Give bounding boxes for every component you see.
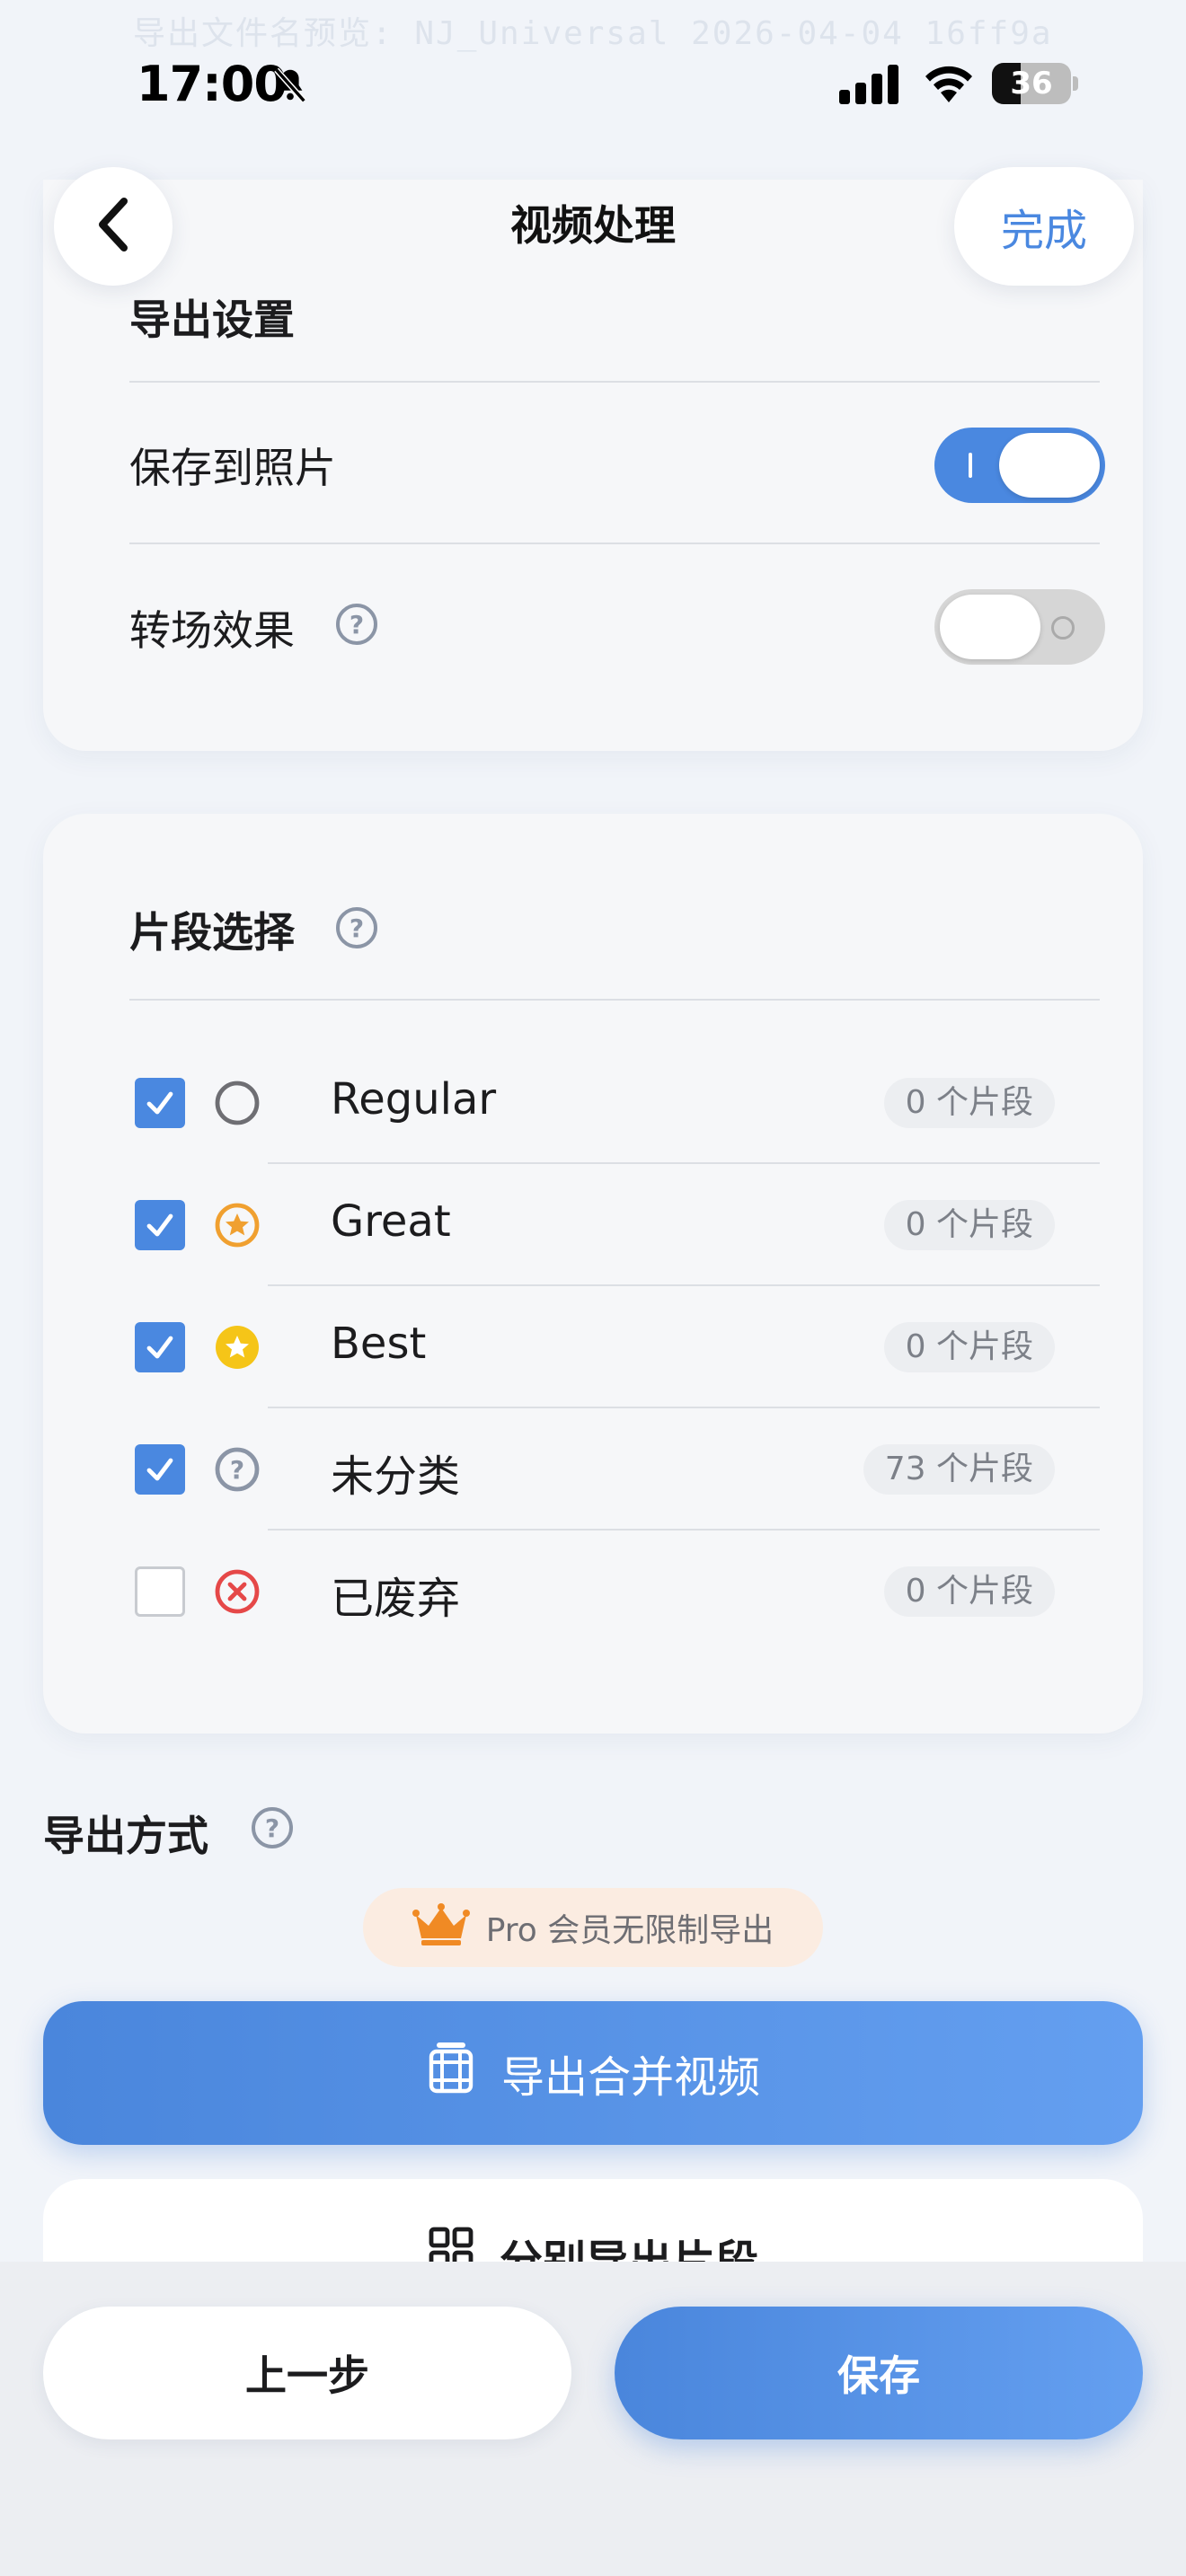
- question-circle-icon[interactable]: ?: [336, 604, 377, 645]
- count-badge: 0 个片段: [883, 1322, 1055, 1372]
- svg-text:?: ?: [230, 1455, 244, 1485]
- x-circle-icon: [214, 1568, 261, 1615]
- category-label: Regular: [331, 1074, 497, 1125]
- chevron-left-icon: [93, 196, 133, 257]
- divider: [129, 381, 1100, 383]
- question-circle-icon[interactable]: ?: [252, 1807, 293, 1848]
- question-circle-icon[interactable]: ?: [336, 907, 377, 948]
- empty-circle-icon: [214, 1080, 261, 1126]
- transition-toggle[interactable]: [934, 589, 1105, 665]
- cellular-signal-icon: [839, 65, 902, 108]
- pro-badge-label: Pro 会员无限制导出: [485, 1912, 774, 1949]
- status-time: 17:00: [137, 56, 288, 112]
- checkbox-discarded[interactable]: [135, 1566, 185, 1617]
- divider: [129, 543, 1100, 544]
- count-badge: 0 个片段: [883, 1566, 1055, 1617]
- question-circle-icon: ?: [214, 1446, 261, 1493]
- clip-selection-title: 片段选择: [129, 908, 295, 957]
- category-label: 未分类: [331, 1451, 461, 1502]
- divider: [268, 1529, 1100, 1531]
- count-badge: 0 个片段: [883, 1200, 1055, 1250]
- divider: [268, 1284, 1100, 1286]
- crown-icon: [412, 1902, 470, 1954]
- clip-selection-card: 片段选择 ? Regular 0 个片段 Great 0 个片段 Best 0 …: [43, 814, 1143, 1734]
- battery-icon: 36: [992, 63, 1078, 104]
- bell-slash-icon: [270, 65, 311, 110]
- count-badge: 73 个片段: [863, 1444, 1055, 1495]
- export-settings-title: 导出设置: [129, 296, 295, 344]
- pro-badge[interactable]: Pro 会员无限制导出: [363, 1888, 823, 1967]
- divider: [129, 999, 1100, 1001]
- divider: [268, 1162, 1100, 1164]
- back-button[interactable]: [54, 167, 173, 286]
- film-icon: [426, 2039, 476, 2107]
- export-merged-video-label: 导出合并视频: [500, 2052, 760, 2103]
- export-merged-video-button[interactable]: 导出合并视频: [43, 2001, 1143, 2145]
- category-label: Best: [331, 1319, 427, 1369]
- battery-level: 36: [1010, 66, 1053, 101]
- done-button[interactable]: 完成: [954, 167, 1134, 286]
- count-badge: 0 个片段: [883, 1078, 1055, 1128]
- checkbox-regular[interactable]: [135, 1078, 185, 1128]
- background-filename-preview: 导出文件名预览: NJ_Universal 2026-04-04 16ff9a: [133, 15, 1053, 52]
- checkbox-great[interactable]: [135, 1200, 185, 1250]
- category-label: Great: [331, 1196, 451, 1247]
- category-label: 已废弃: [331, 1574, 461, 1624]
- export-method-title: 导出方式: [43, 1812, 208, 1860]
- star-filled-circle-icon: [214, 1324, 261, 1371]
- wifi-icon: [922, 61, 976, 106]
- page-title: 视频处理: [510, 201, 676, 250]
- save-to-photos-label: 保存到照片: [129, 444, 336, 492]
- checkbox-uncategorized[interactable]: [135, 1444, 185, 1495]
- save-to-photos-toggle[interactable]: [934, 428, 1105, 503]
- checkbox-best[interactable]: [135, 1322, 185, 1372]
- transition-label: 转场效果: [129, 606, 295, 655]
- previous-step-button[interactable]: 上一步: [43, 2307, 571, 2439]
- star-outline-circle-icon: [214, 1202, 261, 1248]
- save-button[interactable]: 保存: [615, 2307, 1143, 2439]
- status-bar: 17:00 36: [0, 54, 1186, 117]
- divider: [268, 1407, 1100, 1408]
